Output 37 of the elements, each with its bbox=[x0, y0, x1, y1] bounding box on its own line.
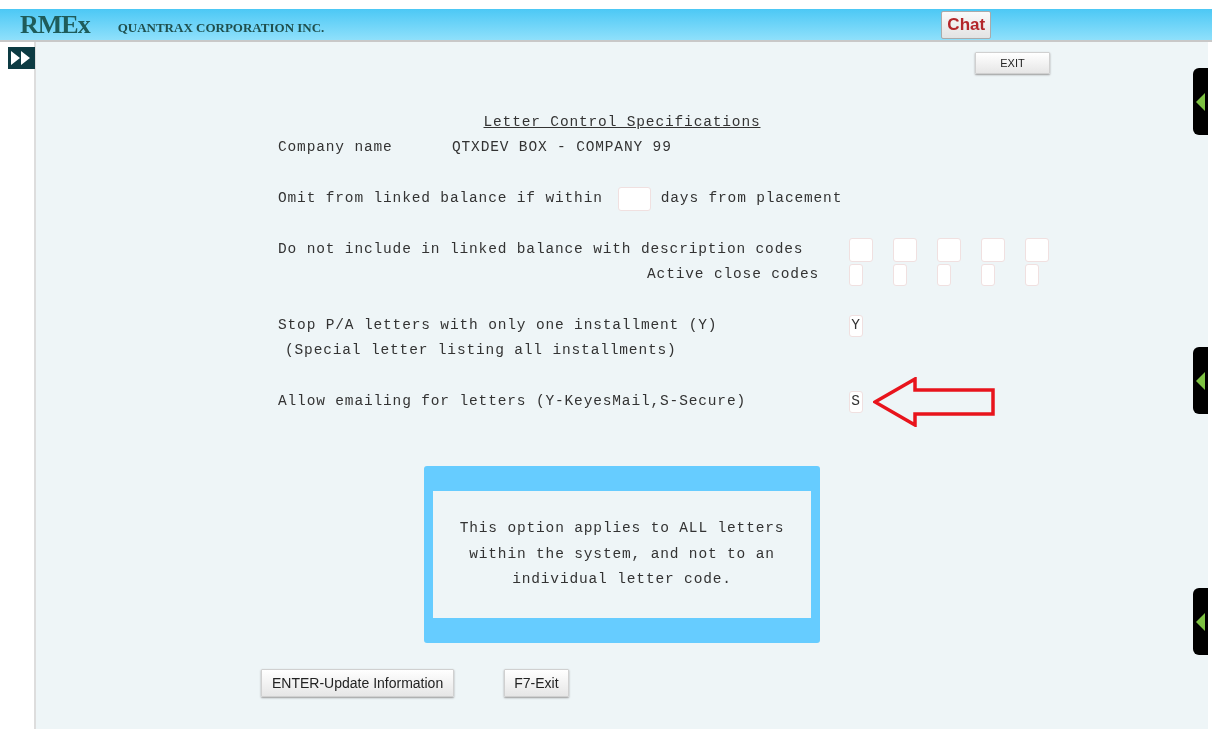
chat-button[interactable]: Chat bbox=[941, 10, 992, 39]
input-field[interactable] bbox=[617, 186, 651, 211]
logo: RMEx bbox=[20, 11, 90, 38]
input-field[interactable] bbox=[937, 237, 961, 262]
triangle-icon bbox=[1196, 370, 1205, 391]
field-label: Omit from linked balance if within bbox=[278, 188, 603, 208]
input-field[interactable] bbox=[893, 237, 917, 262]
input-field[interactable] bbox=[1025, 237, 1049, 262]
input-field[interactable] bbox=[849, 263, 863, 286]
field-value: QTXDEV BOX - COMPANY 99 bbox=[452, 137, 672, 157]
page-title: Letter Control Specifications bbox=[483, 114, 761, 130]
collapse-tab[interactable] bbox=[1193, 588, 1208, 655]
field-label: Active close codes bbox=[647, 265, 819, 282]
field-label: Allow emailing for letters (Y-KeyesMail,S-Secure) bbox=[278, 391, 748, 411]
input-field[interactable] bbox=[1025, 263, 1039, 286]
company-name: QUANTRAX CORPORATION INC. bbox=[117, 18, 325, 37]
input-field[interactable] bbox=[981, 263, 995, 286]
triangle-icon bbox=[1196, 91, 1205, 112]
action-button[interactable]: F7-Exit bbox=[504, 669, 569, 697]
input-field[interactable]: S bbox=[849, 390, 863, 413]
input-field[interactable] bbox=[981, 237, 1005, 262]
action-button[interactable]: ENTER-Update Information bbox=[261, 669, 455, 697]
expand-icon[interactable] bbox=[8, 46, 35, 69]
input-field[interactable] bbox=[937, 263, 951, 286]
field-note: (Special letter listing all installments) bbox=[285, 340, 677, 360]
field-label: Company name bbox=[278, 137, 394, 157]
field-label: Stop P/A letters with only one installment (Y) bbox=[278, 315, 719, 335]
input-field[interactable] bbox=[849, 237, 873, 262]
exit-button[interactable]: EXIT bbox=[975, 52, 1050, 74]
input-field[interactable]: Y bbox=[849, 314, 863, 337]
field-label: days from placement bbox=[660, 188, 843, 208]
field-label: Do not include in linked balance with description codes bbox=[278, 239, 805, 259]
collapse-tab[interactable] bbox=[1193, 347, 1208, 414]
triangle-icon bbox=[1196, 611, 1205, 632]
input-field[interactable] bbox=[893, 263, 907, 286]
info-text: This option applies to ALL letters within the system, and not to an individual letter code. bbox=[458, 519, 786, 590]
collapse-tab[interactable] bbox=[1193, 68, 1208, 135]
